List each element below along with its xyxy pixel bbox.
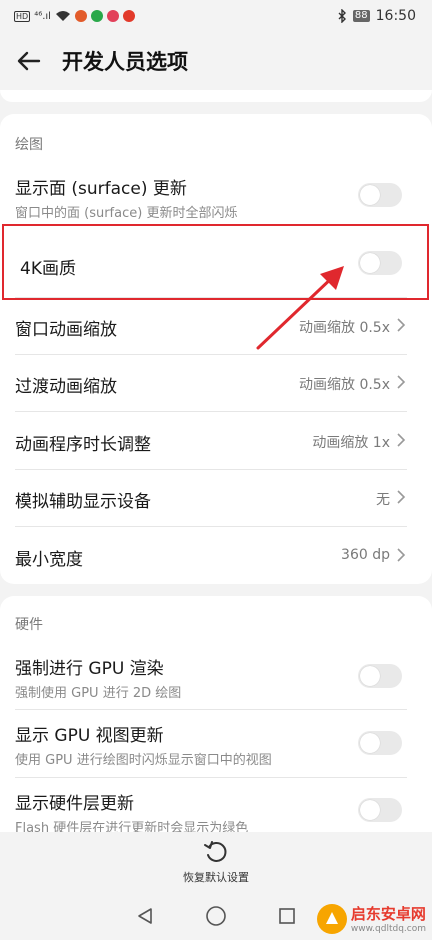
back-button[interactable] (14, 46, 44, 76)
divider (15, 709, 407, 710)
status-time: 16:50 (375, 8, 416, 24)
nav-recents-icon[interactable] (277, 906, 297, 926)
watermark-logo-icon (316, 903, 347, 934)
restore-icon (204, 841, 227, 862)
section-title-drawing: 绘图 (15, 137, 43, 153)
row-surface-updates[interactable]: 显示面 (surface) 更新 窗口中的面 (surface) 更新时全部闪烁 (15, 174, 407, 221)
row-show-gpu-view-updates[interactable]: 显示 GPU 视图更新 使用 GPU 进行绘图时闪烁显示窗口中的视图 (15, 721, 407, 768)
row-title: 显示 GPU 视图更新 (15, 726, 164, 746)
row-value: 动画缩放 0.5x (299, 377, 390, 393)
app-header: 开发人员选项 (0, 32, 432, 90)
app-icon-1 (74, 10, 87, 22)
divider (15, 526, 407, 527)
divider (15, 411, 407, 412)
row-title: 模拟辅助显示设备 (15, 492, 151, 512)
status-bar: HD ⁴⁶.ıl 88 16:50 (0, 0, 432, 32)
toggle-force-gpu-rendering[interactable] (358, 664, 402, 688)
row-title: 显示硬件层更新 (15, 794, 134, 814)
hardware-section-card: 硬件 强制进行 GPU 渲染 强制使用 GPU 进行 2D 绘图 显示 GPU … (0, 596, 432, 836)
divider (15, 354, 407, 355)
highlight-annotation-box (2, 224, 429, 300)
chevron-right-icon (397, 548, 406, 562)
wifi-icon (55, 11, 70, 21)
row-force-gpu-rendering[interactable]: 强制进行 GPU 渲染 强制使用 GPU 进行 2D 绘图 (15, 654, 407, 701)
row-title: 显示面 (surface) 更新 (15, 179, 187, 199)
row-value: 动画缩放 1x (312, 435, 390, 451)
chevron-right-icon (397, 375, 406, 389)
chevron-right-icon (397, 318, 406, 332)
previous-card-edge (0, 90, 432, 102)
bluetooth-icon (338, 9, 346, 23)
row-subtitle: 使用 GPU 进行绘图时闪烁显示窗口中的视图 (15, 753, 272, 768)
toggle-show-hardware-layer-updates[interactable] (358, 798, 402, 822)
page-title: 开发人员选项 (62, 50, 188, 74)
toggle-show-gpu-view-updates[interactable] (358, 731, 402, 755)
row-simulate-secondary-displays[interactable]: 模拟辅助显示设备 (15, 487, 407, 512)
chevron-right-icon (397, 490, 406, 504)
watermark-name: 启东安卓网 (350, 905, 426, 923)
drawing-section-card: 绘图 显示面 (surface) 更新 窗口中的面 (surface) 更新时全… (0, 114, 432, 584)
back-arrow-icon (17, 51, 41, 71)
app-icon-4 (122, 10, 135, 22)
section-title-hardware: 硬件 (15, 617, 43, 633)
watermark-url: www.qdltdq.com (350, 924, 426, 934)
row-subtitle: 强制使用 GPU 进行 2D 绘图 (15, 686, 182, 701)
restore-defaults-button[interactable]: 恢复默认设置 (0, 832, 432, 892)
row-title: 强制进行 GPU 渲染 (15, 659, 164, 679)
annotation-arrow-icon (256, 266, 344, 350)
row-value: 360 dp (341, 547, 390, 563)
row-show-hardware-layer-updates[interactable]: 显示硬件层更新 Flash 硬件层在进行更新时会显示为绿色 (15, 789, 407, 836)
toggle-surface-updates[interactable] (358, 183, 402, 207)
divider (15, 469, 407, 470)
chevron-right-icon (397, 433, 406, 447)
nav-back-icon[interactable] (135, 906, 155, 926)
divider (15, 777, 407, 778)
hd-badge: HD (14, 10, 31, 22)
site-watermark: 启东安卓网 www.qdltdq.com (316, 903, 426, 934)
restore-defaults-label: 恢复默认设置 (183, 871, 249, 884)
nav-home-icon[interactable] (205, 905, 227, 927)
app-icon-3 (106, 10, 119, 22)
row-subtitle: 窗口中的面 (surface) 更新时全部闪烁 (15, 206, 238, 221)
battery-icon: 88 (352, 10, 370, 22)
signal-icon: ⁴⁶.ıl (34, 10, 51, 22)
app-icon-2 (90, 10, 103, 22)
row-value: 无 (376, 492, 390, 508)
